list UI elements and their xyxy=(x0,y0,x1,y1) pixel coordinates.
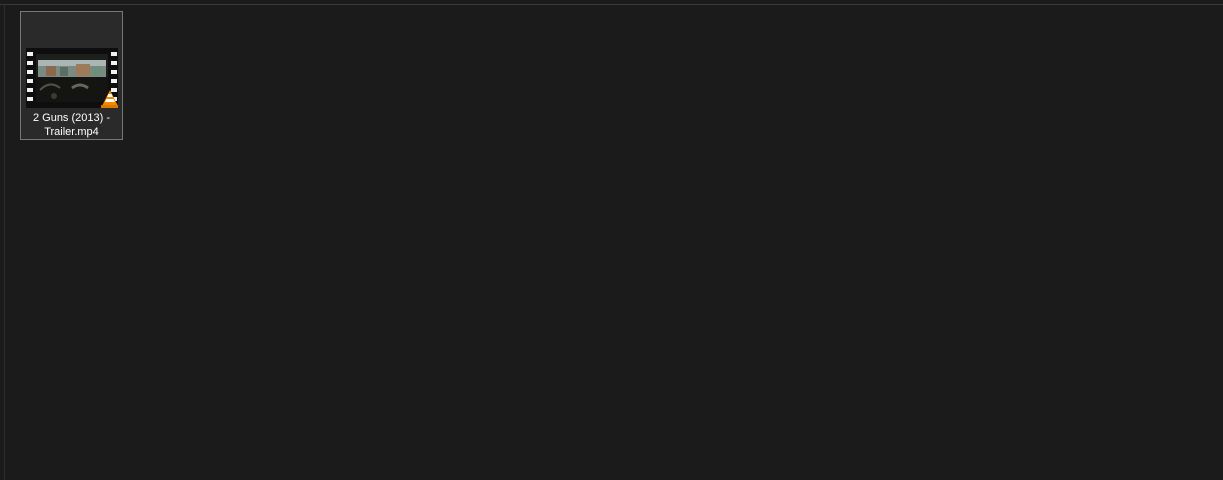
file-name-line-1: 2 Guns (2013) - xyxy=(32,112,111,124)
file-item-2-guns-trailer[interactable]: 2 Guns (2013) - Trailer.mp4 xyxy=(20,11,123,140)
video-file-icon xyxy=(26,48,118,108)
file-name-label: 2 Guns (2013) - Trailer.mp4 xyxy=(23,111,120,139)
file-list-pane[interactable]: 2 Guns (2013) - Trailer.mp4 xyxy=(0,0,1223,480)
left-divider xyxy=(4,4,5,480)
file-name-line-2: Trailer.mp4 xyxy=(44,126,99,138)
top-divider xyxy=(0,4,1223,5)
